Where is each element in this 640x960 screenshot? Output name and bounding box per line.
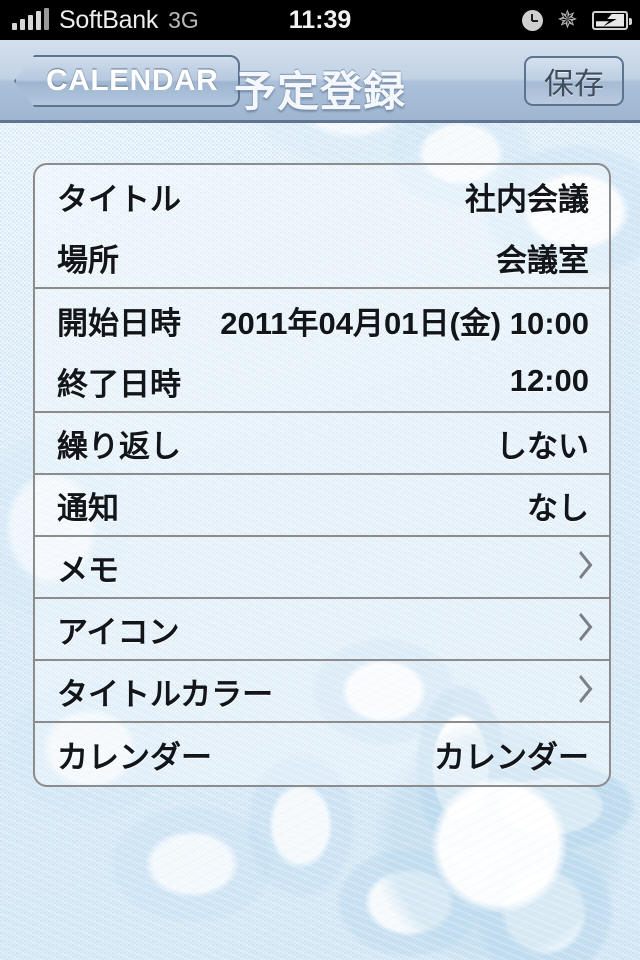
form-row-value: しない (496, 428, 589, 464)
form-row[interactable]: 繰り返し しない (35, 413, 609, 475)
chevron-right-icon (571, 551, 589, 583)
form-row-label: 開始日時 (57, 305, 181, 341)
form-row[interactable]: 終了日時 12:00 (35, 351, 609, 413)
save-button[interactable]: 保存 (524, 56, 624, 106)
form-row-label: 場所 (57, 242, 119, 278)
form-row-label: 終了日時 (57, 366, 181, 402)
form-row[interactable]: 場所 会議室 (35, 227, 609, 289)
status-clock: 11:39 (288, 5, 352, 34)
chevron-right-icon (571, 613, 589, 645)
phone-screen: SoftBank 3G 11:39 ✵ CALENDAR 予定登録 保存 タイト… (0, 0, 640, 960)
signal-bars-icon (12, 8, 49, 30)
form-row-value: なし (527, 490, 589, 526)
form-row-label: カレンダー (57, 739, 212, 775)
form-row[interactable]: メモ (35, 537, 609, 599)
save-button-label: 保存 (544, 68, 604, 101)
form-row-label: アイコン (57, 614, 180, 650)
network-type: 3G (168, 6, 199, 33)
status-bar-left: SoftBank 3G (12, 6, 199, 35)
battery-bolt-icon (596, 13, 624, 27)
status-bar: SoftBank 3G 11:39 ✵ (0, 0, 640, 40)
status-bar-right: ✵ (522, 5, 632, 34)
form-row-label: タイトルカラー (57, 676, 274, 712)
form-row-value: 12:00 (509, 363, 589, 398)
form-row-label: メモ (57, 552, 119, 588)
alarm-clock-icon (522, 9, 544, 31)
form-row[interactable]: タイトル 社内会議 (35, 165, 609, 227)
chevron-right-icon (571, 675, 589, 707)
form-row[interactable]: タイトルカラー (35, 661, 609, 723)
form-row-value: 2011年04月01日(金) 10:00 (220, 305, 589, 341)
form-row-value: 社内会議 (465, 181, 589, 217)
form-row[interactable]: 開始日時 2011年04月01日(金) 10:00 (35, 289, 609, 351)
navigation-bar: CALENDAR 予定登録 保存 (0, 40, 640, 123)
bluetooth-icon: ✵ (557, 5, 578, 34)
form-row[interactable]: アイコン (35, 599, 609, 661)
form-row-label: タイトル (57, 181, 181, 217)
event-form-group: タイトル 社内会議場所 会議室開始日時 2011年04月01日(金) 10:00 終了日… (33, 163, 611, 787)
form-row-label: 通知 (57, 490, 119, 526)
form-row[interactable]: 通知 なし (35, 475, 609, 537)
form-row-value: 会議室 (496, 242, 589, 278)
battery-charging-icon (592, 10, 632, 30)
form-row[interactable]: カレンダー カレンダー (35, 723, 609, 785)
carrier-name: SoftBank (59, 5, 159, 34)
form-row-value: カレンダー (434, 739, 589, 775)
form-row-label: 繰り返し (57, 428, 181, 464)
